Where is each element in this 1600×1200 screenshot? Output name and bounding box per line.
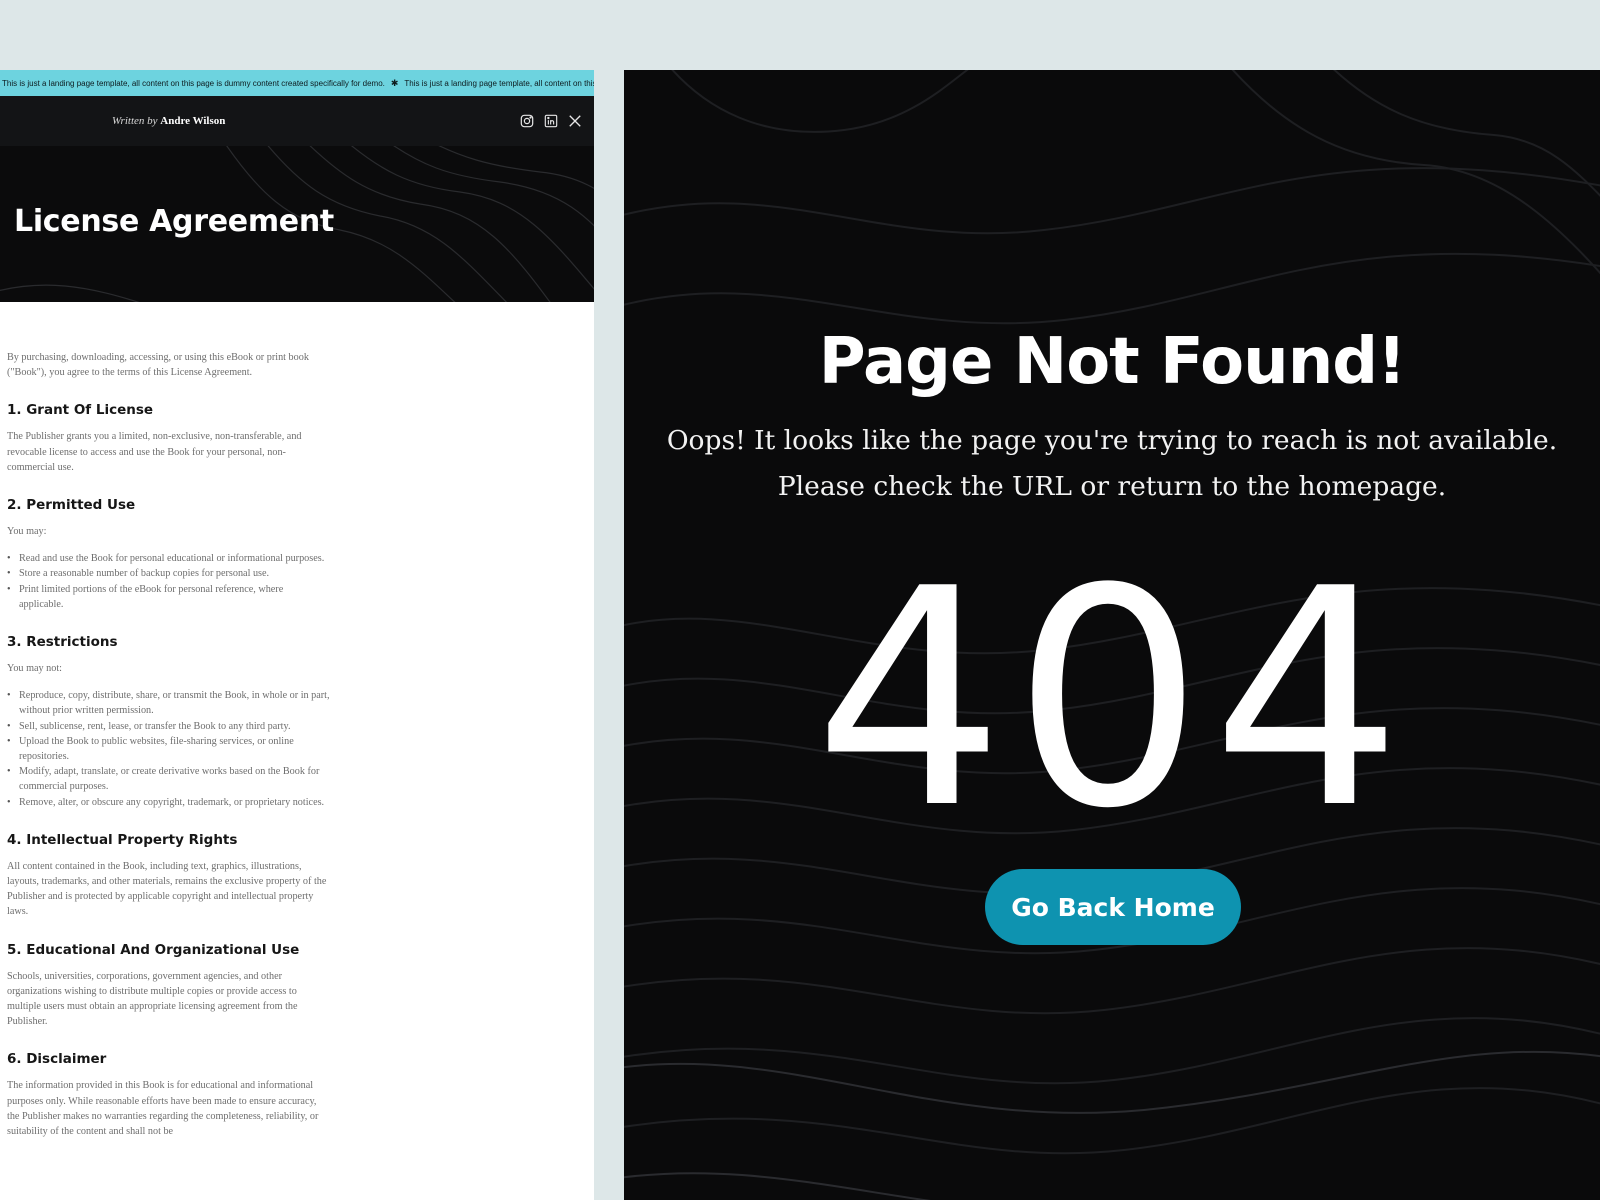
section-heading: 3. Restrictions xyxy=(7,634,118,651)
list-item: Reproduce, copy, distribute, share, or t… xyxy=(7,688,330,718)
section-heading: 1. Grant Of License xyxy=(7,402,154,419)
not-found-message: Oops! It looks like the page you're tryi… xyxy=(624,418,1600,510)
site-header: Written by Andre Wilson xyxy=(0,96,594,146)
section-text: Schools, universities, corporations, gov… xyxy=(7,970,298,1028)
section-text: The Publisher grants you a limited, non-… xyxy=(7,431,302,473)
instagram-icon[interactable] xyxy=(520,114,534,128)
permitted-use-list: Read and use the Book for personal educa… xyxy=(7,551,330,612)
list-item: Store a reasonable number of backup copi… xyxy=(7,566,330,581)
hero-banner: License Agreement xyxy=(0,146,594,302)
message-line-2: Please check the URL or return to the ho… xyxy=(777,471,1447,502)
linkedin-icon[interactable] xyxy=(544,114,558,128)
list-item: Read and use the Book for personal educa… xyxy=(7,551,330,566)
page-title: License Agreement xyxy=(14,204,334,239)
list-item: Upload the Book to public websites, file… xyxy=(7,734,330,764)
section-heading: 6. Disclaimer xyxy=(7,1051,107,1068)
byline-prefix: Written by xyxy=(112,115,158,127)
gear-icon: ✱ xyxy=(390,77,399,88)
section-text: The information provided in this Book is… xyxy=(7,1080,319,1138)
list-item: Sell, sublicense, rent, lease, or transf… xyxy=(7,719,330,734)
not-found-title: Page Not Found! xyxy=(818,325,1407,399)
go-back-home-button[interactable]: Go Back Home xyxy=(985,869,1241,945)
message-line-1: Oops! It looks like the page you're tryi… xyxy=(666,425,1558,456)
author-name[interactable]: Andre Wilson xyxy=(160,115,225,127)
x-icon[interactable] xyxy=(568,114,582,128)
list-item: Print limited portions of the eBook for … xyxy=(7,582,330,612)
ticker-message-repeat: This is just a landing page template, al… xyxy=(404,78,594,88)
section-heading: 2. Permitted Use xyxy=(7,497,136,514)
social-links xyxy=(520,114,582,128)
section-heading: 5. Educational And Organizational Use xyxy=(7,941,300,958)
author-byline: Written by Andre Wilson xyxy=(112,115,225,127)
list-item: Remove, alter, or obscure any copyright,… xyxy=(7,795,330,810)
intro-paragraph: By purchasing, downloading, accessing, o… xyxy=(7,352,309,379)
error-code: 404 xyxy=(813,525,1411,874)
ticker-message: This is just a landing page template, al… xyxy=(2,78,385,88)
section-text: All content contained in the Book, inclu… xyxy=(7,860,327,918)
not-found-page-preview: Page Not Found! Oops! It looks like the … xyxy=(624,70,1600,1200)
license-content: By purchasing, downloading, accessing, o… xyxy=(0,302,330,1139)
section-heading: 4. Intellectual Property Rights xyxy=(7,831,238,848)
list-item: Modify, adapt, translate, or create deri… xyxy=(7,764,330,794)
section-text: You may not: xyxy=(7,663,63,675)
license-page-preview: This is just a landing page template, al… xyxy=(0,70,594,1200)
section-text: You may: xyxy=(7,526,47,538)
restrictions-list: Reproduce, copy, distribute, share, or t… xyxy=(7,688,330,810)
announcement-ticker: This is just a landing page template, al… xyxy=(0,70,594,96)
